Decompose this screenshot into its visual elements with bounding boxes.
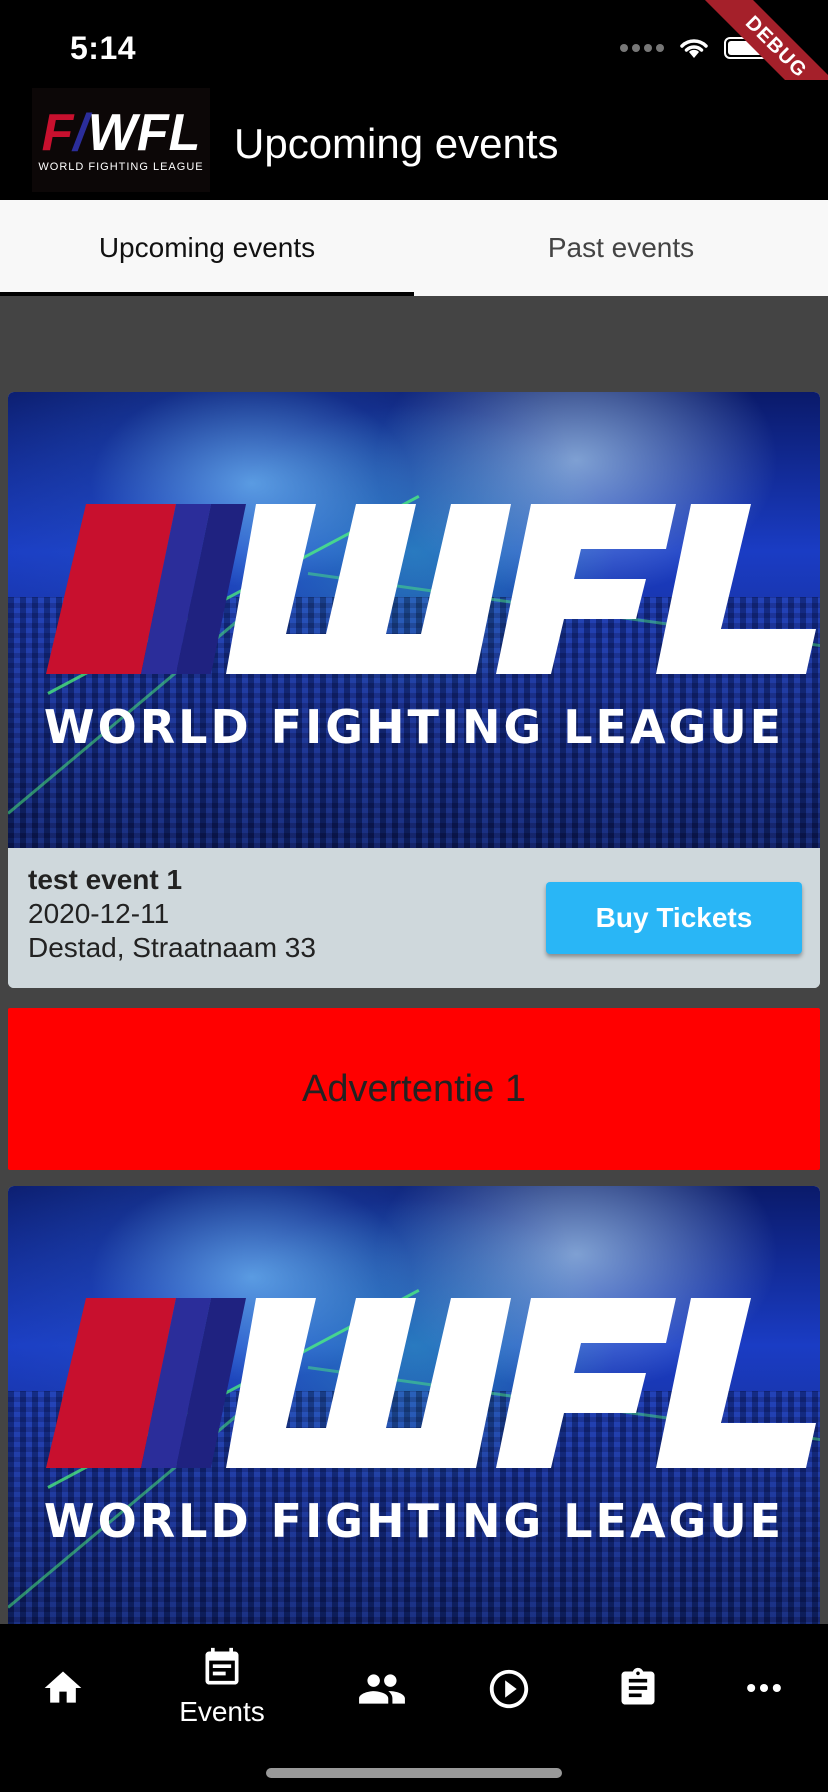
clipboard-icon: [621, 1667, 655, 1705]
advertisement-banner[interactable]: Advertentie 1: [8, 1008, 820, 1170]
event-image-tagline: WORLD FIGHTING LEAGUE: [43, 700, 785, 754]
wfl-logo-tagline: WORLD FIGHTING LEAGUE: [38, 161, 204, 173]
people-icon: [359, 1674, 405, 1704]
home-icon: [44, 1671, 82, 1703]
status-time: 5:14: [70, 30, 137, 66]
wfl-logo-large: [46, 1298, 816, 1468]
tab-label: Upcoming events: [98, 232, 316, 263]
wfl-logo-large: [46, 504, 816, 674]
bottom-navigation: Events: [0, 1624, 828, 1792]
event-card[interactable]: WORLD FIGHTING LEAGUE test event 1 2020-…: [8, 392, 820, 988]
nav-home[interactable]: [8, 1646, 118, 1746]
tab-bar: Upcoming events Past events: [0, 200, 828, 296]
event-info: test event 1 2020-12-11 Destad, Straatna…: [8, 848, 820, 988]
event-image-tagline: WORLD FIGHTING LEAGUE: [43, 1494, 785, 1548]
wifi-icon: [680, 39, 708, 58]
wfl-logo: F / WFL WORLD FIGHTING LEAGUE: [32, 88, 210, 192]
tab-label: Past events: [547, 232, 695, 263]
nav-events-label: Events: [179, 1696, 265, 1727]
page-title: Upcoming events: [234, 120, 559, 167]
app-bar: F / WFL WORLD FIGHTING LEAGUE Upcoming eve…: [0, 80, 828, 200]
nav-people[interactable]: [327, 1646, 437, 1746]
buy-tickets-button[interactable]: Buy Tickets: [546, 882, 802, 954]
event-image: WORLD FIGHTING LEAGUE: [8, 392, 820, 848]
status-bar: 5:14: [0, 0, 828, 80]
tab-past-events[interactable]: Past events: [414, 200, 828, 296]
nav-videos[interactable]: [454, 1646, 564, 1746]
nav-more[interactable]: [709, 1646, 819, 1746]
tab-upcoming-events[interactable]: Upcoming events: [0, 200, 414, 296]
event-image: WORLD FIGHTING LEAGUE: [8, 1186, 820, 1624]
nav-events[interactable]: Events: [167, 1646, 277, 1746]
wfl-logo-mark: F / WFL: [41, 104, 201, 162]
home-indicator: [266, 1768, 562, 1778]
event-name: test event 1: [28, 864, 183, 895]
events-list[interactable]: WORLD FIGHTING LEAGUE test event 1 2020-…: [0, 296, 828, 1624]
more-icon: [747, 1683, 781, 1693]
events-icon: [205, 1647, 239, 1685]
event-date: 2020-12-11: [28, 898, 170, 929]
event-address: Destad, Straatnaam 33: [28, 932, 316, 963]
battery-icon: [724, 37, 772, 59]
play-icon: [489, 1669, 529, 1709]
nav-standings[interactable]: [583, 1646, 693, 1746]
event-card[interactable]: WORLD FIGHTING LEAGUE: [8, 1186, 820, 1624]
status-icons: [620, 36, 772, 60]
advertisement-label: Advertentie 1: [302, 1067, 526, 1110]
cellular-signal-icon: [620, 44, 664, 52]
